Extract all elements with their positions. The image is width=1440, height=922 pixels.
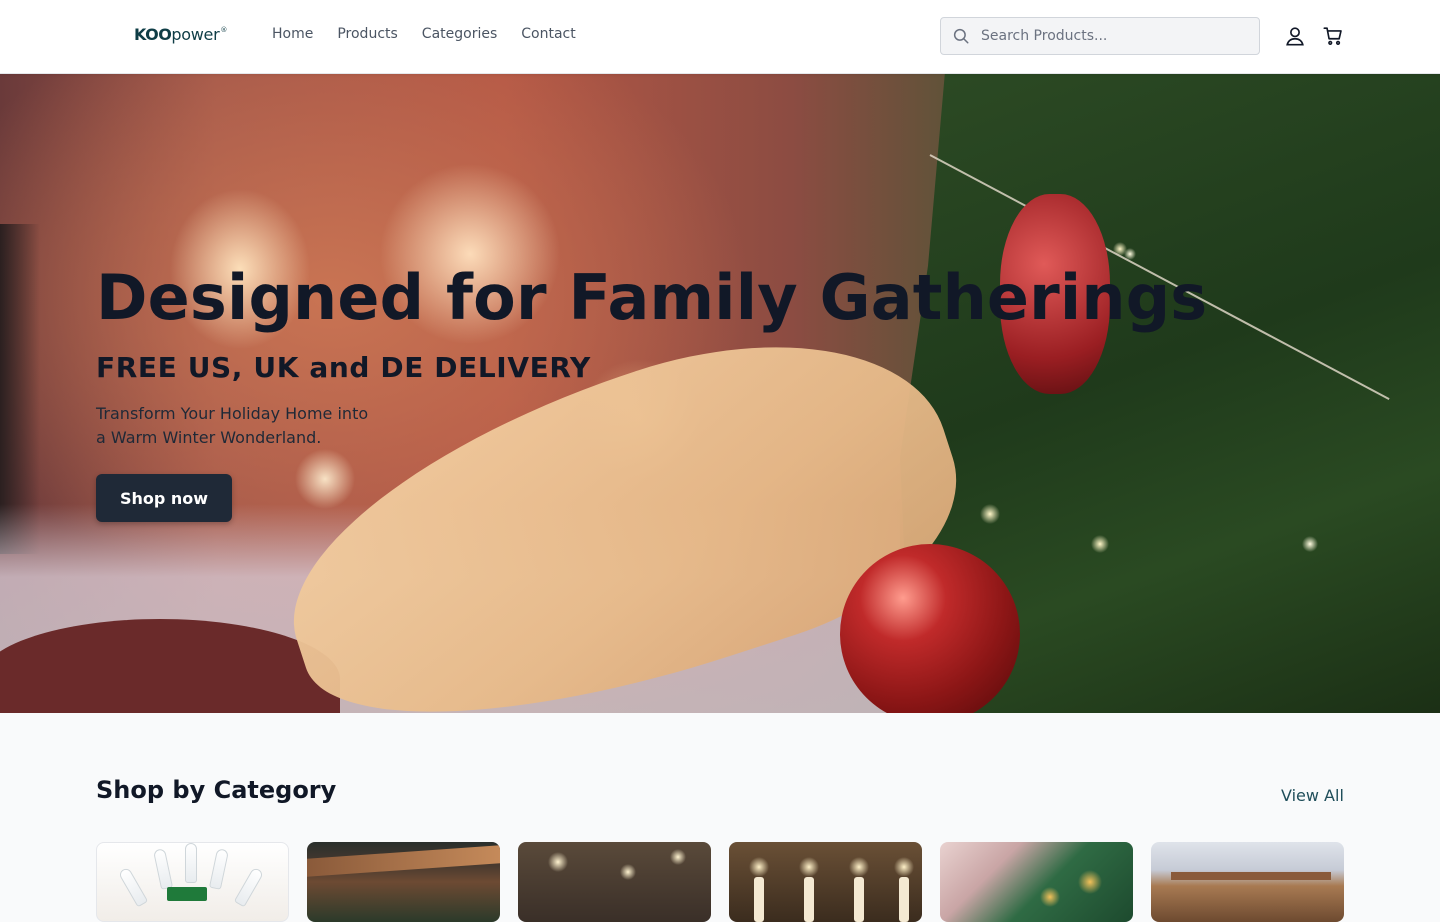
cart-icon[interactable] xyxy=(1321,24,1345,48)
site-header: KOO power ® Home Products Categories Conta… xyxy=(0,0,1440,74)
search-icon[interactable] xyxy=(941,18,981,54)
hero-text: Designed for Family Gatherings FREE US, … xyxy=(96,262,1246,450)
nav-home[interactable]: Home xyxy=(272,26,313,42)
nav-contact[interactable]: Contact xyxy=(521,26,575,42)
category-card[interactable] xyxy=(307,842,500,922)
category-cards xyxy=(96,842,1344,922)
hero-title: Designed for Family Gatherings xyxy=(96,261,1208,334)
category-section-title: Shop by Category xyxy=(96,776,337,804)
category-card[interactable] xyxy=(1151,842,1344,922)
view-all-link[interactable]: View All xyxy=(1281,786,1344,805)
logo-mark: ® xyxy=(220,26,228,34)
category-card[interactable] xyxy=(940,842,1133,922)
hero-banner: Designed for Family Gatherings FREE US, … xyxy=(0,74,1440,713)
category-card[interactable] xyxy=(96,842,289,922)
hero-subtitle: FREE US, UK and DE DELIVERY xyxy=(96,351,591,385)
shop-now-button[interactable]: Shop now xyxy=(96,474,232,522)
nav-products[interactable]: Products xyxy=(337,26,397,42)
search-box xyxy=(940,17,1260,55)
category-card[interactable] xyxy=(729,842,922,922)
search-input[interactable] xyxy=(981,28,1241,44)
nav-categories[interactable]: Categories xyxy=(422,26,497,42)
main-nav: Home Products Categories Contact xyxy=(272,26,576,42)
koopower-logo[interactable]: KOO power ® xyxy=(134,25,227,47)
hero-ornament-bottom xyxy=(840,544,1020,713)
user-icon[interactable] xyxy=(1283,24,1307,48)
category-card[interactable] xyxy=(518,842,711,922)
hero-description: Transform Your Holiday Home into a Warm … xyxy=(96,404,369,448)
logo-koo: KOO xyxy=(134,25,172,44)
logo-power: power xyxy=(171,25,220,44)
